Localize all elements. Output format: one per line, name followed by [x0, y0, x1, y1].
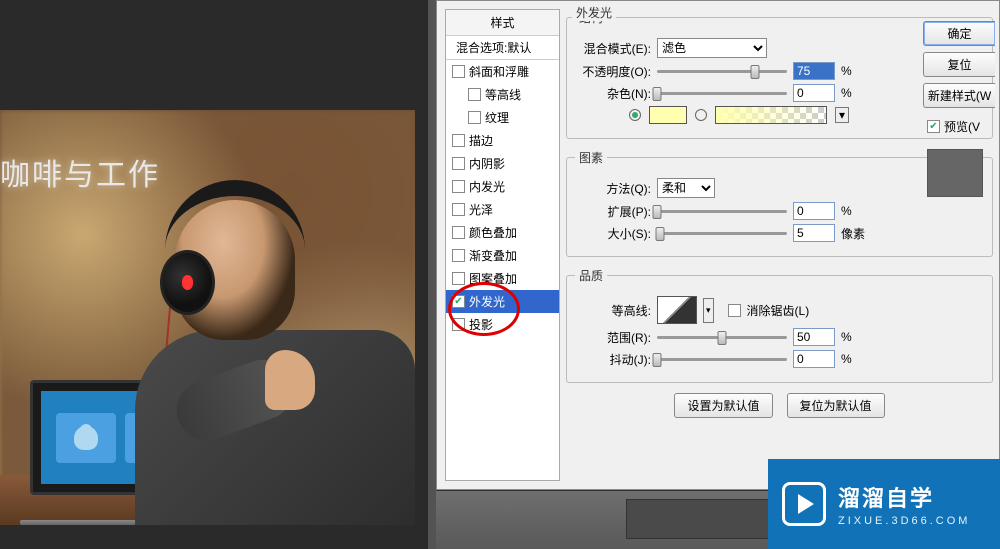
range-slider[interactable]: [657, 336, 787, 339]
jitter-slider[interactable]: [657, 358, 787, 361]
style-checkbox[interactable]: [452, 134, 465, 147]
new-style-button[interactable]: 新建样式(W: [923, 83, 995, 108]
spread-unit: %: [841, 204, 871, 218]
ok-button[interactable]: 确定: [923, 21, 995, 46]
style-label: 图案叠加: [469, 270, 517, 287]
style-item-1[interactable]: 等高线: [446, 83, 559, 106]
preview-swatch: [927, 149, 983, 197]
style-checkbox[interactable]: [452, 226, 465, 239]
canvas-area: 咖啡与工作: [0, 0, 428, 549]
noise-input[interactable]: [793, 84, 835, 102]
style-checkbox[interactable]: [452, 180, 465, 193]
spread-slider[interactable]: [657, 210, 787, 213]
noise-label: 杂色(N):: [575, 85, 651, 102]
preview-label: 预览(V: [944, 118, 980, 135]
glow-gradient-swatch[interactable]: [715, 106, 827, 124]
style-label: 纹理: [485, 109, 509, 126]
gradient-dropdown-icon[interactable]: ▾: [835, 107, 849, 123]
style-list: 样式 混合选项:默认 斜面和浮雕等高线纹理描边内阴影内发光光泽颜色叠加渐变叠加图…: [445, 9, 560, 481]
style-item-9[interactable]: 图案叠加: [446, 267, 559, 290]
style-checkbox[interactable]: [452, 272, 465, 285]
style-label: 斜面和浮雕: [469, 63, 529, 80]
group-quality: 品质 等高线: ▾ 消除锯齿(L) 范围(R): % 抖动(J): %: [566, 267, 993, 383]
blending-options-default[interactable]: 混合选项:默认: [446, 36, 559, 60]
style-checkbox[interactable]: [452, 157, 465, 170]
style-label: 外发光: [469, 293, 505, 310]
style-label: 内阴影: [469, 155, 505, 172]
style-list-header: 样式: [446, 10, 559, 36]
layer-style-dialog: 样式 混合选项:默认 斜面和浮雕等高线纹理描边内阴影内发光光泽颜色叠加渐变叠加图…: [436, 0, 1000, 490]
style-label: 等高线: [485, 86, 521, 103]
style-item-5[interactable]: 内发光: [446, 175, 559, 198]
style-label: 渐变叠加: [469, 247, 517, 264]
effect-title: 外发光: [572, 4, 616, 21]
style-label: 描边: [469, 132, 493, 149]
style-item-4[interactable]: 内阴影: [446, 152, 559, 175]
style-checkbox[interactable]: [452, 318, 465, 331]
style-item-3[interactable]: 描边: [446, 129, 559, 152]
opacity-slider[interactable]: [657, 70, 787, 73]
style-label: 光泽: [469, 201, 493, 218]
reset-default-button[interactable]: 复位为默认值: [787, 393, 885, 418]
style-label: 内发光: [469, 178, 505, 195]
style-item-10[interactable]: 外发光: [446, 290, 559, 313]
contour-dropdown-icon[interactable]: ▾: [703, 298, 714, 323]
watermark-cn: 溜溜自学: [838, 481, 970, 513]
spread-label: 扩展(P):: [575, 203, 651, 220]
style-checkbox[interactable]: [452, 249, 465, 262]
contour-picker[interactable]: [657, 296, 697, 324]
cancel-button[interactable]: 复位: [923, 52, 995, 77]
watermark-en: ZIXUE.3D66.COM: [838, 515, 970, 527]
elements-legend: 图素: [575, 149, 607, 166]
size-input[interactable]: [793, 224, 835, 242]
preview-checkbox[interactable]: [927, 120, 940, 133]
jitter-input[interactable]: [793, 350, 835, 368]
dialog-side-buttons: 确定 复位 新建样式(W 预览(V: [923, 21, 999, 197]
range-input[interactable]: [793, 328, 835, 346]
play-icon: [782, 482, 826, 526]
style-checkbox[interactable]: [452, 203, 465, 216]
opacity-label: 不透明度(O):: [575, 63, 651, 80]
layer-text: 咖啡与工作: [0, 150, 160, 194]
range-label: 范围(R):: [575, 329, 651, 346]
set-default-button[interactable]: 设置为默认值: [674, 393, 772, 418]
technique-select[interactable]: 柔和: [657, 178, 715, 198]
antialiased-label: 消除锯齿(L): [747, 302, 810, 319]
style-label: 投影: [469, 316, 493, 333]
style-checkbox[interactable]: [452, 65, 465, 78]
style-item-8[interactable]: 渐变叠加: [446, 244, 559, 267]
opacity-unit: %: [841, 64, 871, 78]
quality-legend: 品质: [575, 267, 607, 284]
gradient-radio[interactable]: [695, 109, 707, 121]
noise-slider[interactable]: [657, 92, 787, 95]
technique-label: 方法(Q):: [575, 180, 651, 197]
style-item-7[interactable]: 颜色叠加: [446, 221, 559, 244]
glow-color-swatch[interactable]: [649, 106, 687, 124]
spread-input[interactable]: [793, 202, 835, 220]
watermark-logo: 溜溜自学 ZIXUE.3D66.COM: [768, 459, 1000, 549]
blend-mode-select[interactable]: 滤色: [657, 38, 767, 58]
style-item-6[interactable]: 光泽: [446, 198, 559, 221]
contour-label: 等高线:: [575, 302, 651, 319]
blend-mode-label: 混合模式(E):: [575, 40, 651, 57]
style-item-0[interactable]: 斜面和浮雕: [446, 60, 559, 83]
jitter-label: 抖动(J):: [575, 351, 651, 368]
style-checkbox[interactable]: [452, 295, 465, 308]
person-illustration: [135, 170, 395, 510]
antialiased-checkbox[interactable]: [728, 304, 741, 317]
color-radio[interactable]: [629, 109, 641, 121]
document-image: 咖啡与工作: [0, 110, 415, 525]
size-unit: 像素: [841, 225, 871, 242]
range-unit: %: [841, 330, 871, 344]
opacity-input[interactable]: [793, 62, 835, 80]
style-checkbox[interactable]: [468, 88, 481, 101]
size-slider[interactable]: [657, 232, 787, 235]
style-label: 颜色叠加: [469, 224, 517, 241]
style-item-2[interactable]: 纹理: [446, 106, 559, 129]
noise-unit: %: [841, 86, 871, 100]
style-checkbox[interactable]: [468, 111, 481, 124]
style-item-11[interactable]: 投影: [446, 313, 559, 336]
size-label: 大小(S):: [575, 225, 651, 242]
jitter-unit: %: [841, 352, 871, 366]
